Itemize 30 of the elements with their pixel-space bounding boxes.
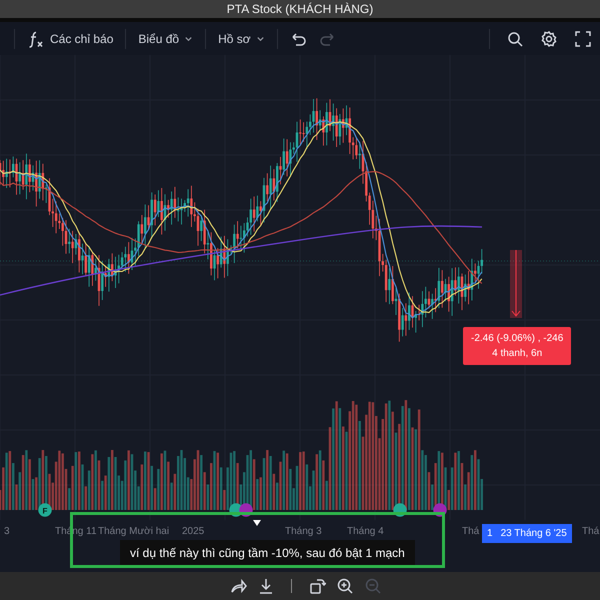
date-text: 1 (487, 527, 493, 541)
menu-button[interactable]: Hồ sơ (210, 26, 273, 50)
measure-range-drawing (510, 250, 522, 318)
time-axis-label: Tháng 3 (285, 525, 322, 539)
time-axis-label: 2025 (182, 525, 204, 539)
share-button[interactable] (228, 577, 246, 595)
menu-button[interactable]: Biểu đồ (130, 26, 202, 50)
chevron-down-icon (256, 34, 265, 43)
zoom-in-button[interactable] (336, 577, 354, 595)
time-axis-label: 3 (4, 525, 10, 539)
search-icon[interactable] (506, 30, 524, 48)
time-axis-label: Thá (582, 525, 600, 539)
fullscreen-icon[interactable] (574, 30, 592, 48)
date-text: 23 Tháng 6 '25 (500, 527, 567, 541)
price-change-text: -2.46 (-9.06%) , -246 (471, 332, 564, 346)
function-icon (27, 30, 45, 48)
event-marker[interactable] (393, 503, 407, 517)
event-marker[interactable] (239, 503, 253, 517)
settings-icon[interactable] (540, 30, 558, 48)
rotate-button[interactable] (308, 577, 326, 595)
event-marker[interactable]: F (38, 503, 52, 517)
time-axis-label: Thá (462, 525, 480, 539)
chevron-down-icon (184, 34, 194, 43)
window-title: PTA Stock (KHÁCH HÀNG) (0, 0, 600, 18)
time-axis-label: Tháng Mười hai (98, 525, 170, 539)
indicators-button[interactable]: Các chỉ báo (19, 26, 122, 50)
time-axis-label: Tháng 4 (347, 525, 384, 539)
event-marker[interactable] (433, 503, 447, 517)
bar-count-text: 4 thanh, 6n (491, 347, 544, 361)
caret-icon (253, 520, 261, 526)
